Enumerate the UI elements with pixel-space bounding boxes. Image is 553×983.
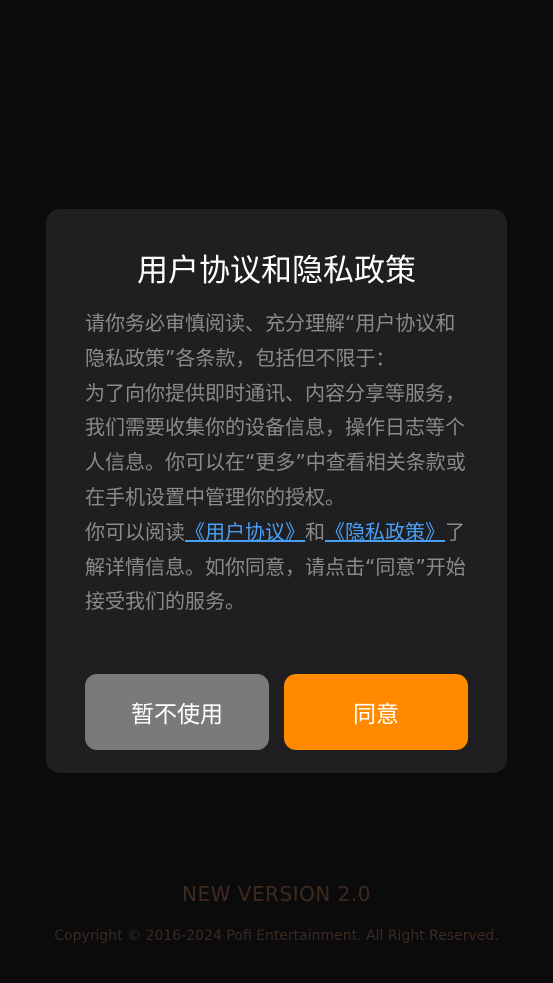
dialog-body: 请你务必审慎阅读、充分理解“用户协议和隐私政策”各条款，包括但不限于： 为了向你… — [85, 306, 470, 619]
splash-screen: { "dialog": { "title": "用户协议和隐私政策", "par… — [0, 0, 553, 983]
copyright-text: Copyright © 2016-2024 Pofi Entertainment… — [54, 928, 499, 944]
user-agreement-link[interactable]: 《用户协议》 — [185, 520, 305, 544]
version-label: NEW VERSION 2.0 — [182, 882, 371, 906]
dialog-title: 用户协议和隐私政策 — [137, 253, 416, 289]
data-collection-paragraph: 为了向你提供即时通讯、内容分享等服务，我们需要收集你的设备信息，操作日志等个人信… — [85, 380, 466, 509]
decline-button[interactable]: 暂不使用 — [85, 674, 269, 750]
conjunction-text: 和 — [305, 519, 325, 544]
links-paragraph: 你可以阅读《用户协议》和《隐私政策》了解详情信息。如你同意，请点击“同意”开始接… — [85, 515, 470, 619]
privacy-consent-dialog: 用户协议和隐私政策 请你务必审慎阅读、充分理解“用户协议和隐私政策”各条款，包括… — [46, 209, 507, 773]
links-prefix-text: 你可以阅读 — [85, 519, 185, 544]
intro-paragraph: 请你务必审慎阅读、充分理解“用户协议和隐私政策”各条款，包括但不限于： — [85, 311, 456, 370]
privacy-policy-link[interactable]: 《隐私政策》 — [325, 520, 445, 544]
agree-button[interactable]: 同意 — [284, 674, 468, 750]
